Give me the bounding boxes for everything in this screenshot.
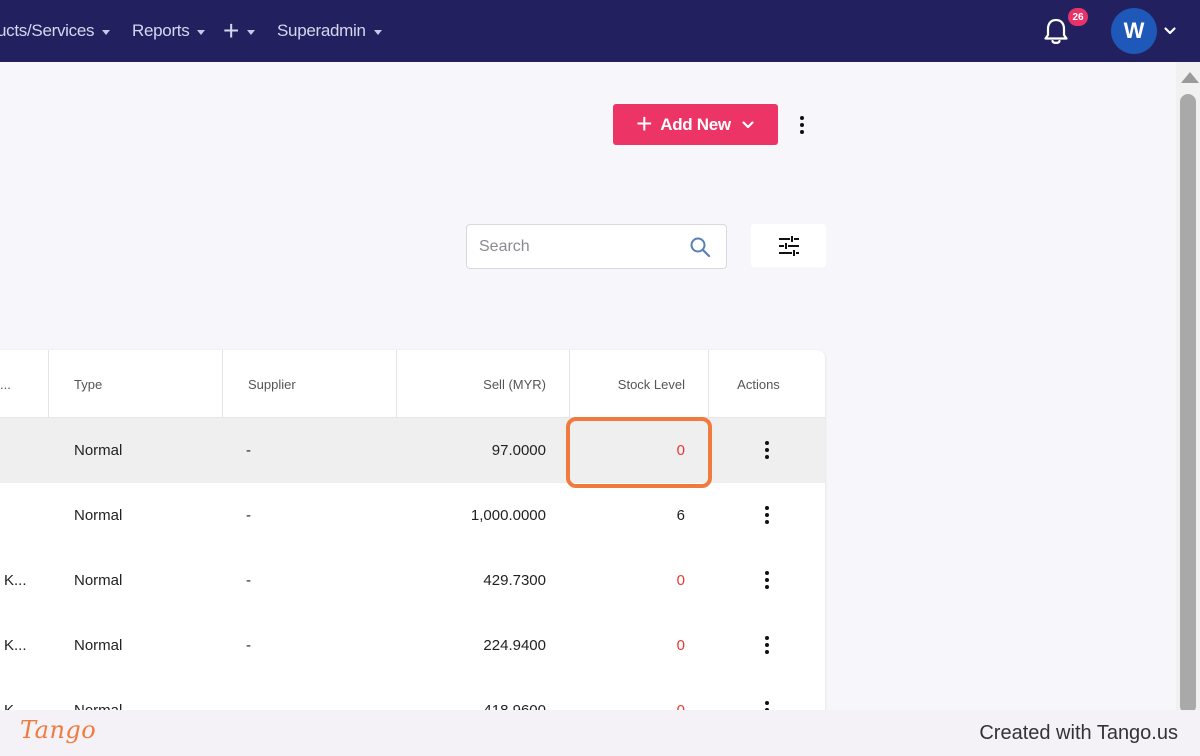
cell-supplier: - <box>246 637 251 654</box>
search-box <box>466 224 727 269</box>
plus-icon: + <box>636 107 653 139</box>
row-actions-icon[interactable] <box>757 503 777 527</box>
filter-button[interactable] <box>751 224 826 267</box>
tango-footer: Tango Created with Tango.us <box>0 710 1200 756</box>
table-header: ... Type Supplier Sell (MYR) Stock Level… <box>0 350 825 418</box>
column-header-actions: Actions <box>737 376 780 392</box>
chevron-down-icon <box>373 29 382 35</box>
column-header-stock-level[interactable]: Stock Level <box>569 350 685 418</box>
add-new-button[interactable]: + Add New <box>613 104 778 145</box>
column-divider <box>222 350 223 418</box>
column-header-supplier[interactable]: Supplier <box>248 350 296 418</box>
products-table: ... Type Supplier Sell (MYR) Stock Level… <box>0 350 825 730</box>
cell-type: Normal <box>74 507 123 524</box>
cell-type: Normal <box>74 572 123 589</box>
user-avatar[interactable]: W <box>1111 8 1157 54</box>
scroll-thumb[interactable] <box>1180 94 1196 714</box>
notification-badge: 26 <box>1068 8 1088 26</box>
cell-stock-level: 0 <box>676 637 685 654</box>
row-actions-icon[interactable] <box>757 633 777 657</box>
cell-supplier: - <box>246 572 251 589</box>
vertical-scrollbar[interactable] <box>1176 62 1200 714</box>
row-actions-icon[interactable] <box>757 568 777 592</box>
nav-label: Reports <box>132 21 190 40</box>
table-row[interactable]: K... Normal - 429.7300 0 <box>0 548 825 613</box>
cell-type: Normal <box>74 637 123 654</box>
sliders-icon <box>778 235 799 256</box>
nav-reports[interactable]: Reports <box>132 19 206 43</box>
cell-stock-level: 0 <box>676 572 685 589</box>
nav-superadmin[interactable]: Superadmin <box>277 19 382 43</box>
row-actions-icon[interactable] <box>757 438 777 462</box>
table-row[interactable]: Normal - 1,000.0000 6 <box>0 483 825 548</box>
nav-label: Superadmin <box>277 21 366 40</box>
chevron-down-icon <box>102 29 111 35</box>
add-new-label: Add New <box>660 114 731 134</box>
plus-icon: + <box>223 15 240 46</box>
tutorial-highlight-box <box>566 417 712 488</box>
chevron-down-icon[interactable] <box>1163 24 1177 38</box>
column-divider <box>48 350 49 418</box>
tango-logo: Tango <box>20 716 97 744</box>
nav-quick-add[interactable]: + <box>223 15 256 46</box>
cell-name: K... <box>4 572 27 589</box>
cell-type: Normal <box>74 442 123 459</box>
more-options-icon[interactable] <box>792 112 812 138</box>
footer-credit: Created with Tango.us <box>979 722 1178 744</box>
scroll-up-arrow-icon[interactable] <box>1181 72 1199 83</box>
table-row[interactable]: K... Normal - 224.9400 0 <box>0 613 825 678</box>
chevron-down-icon <box>197 29 206 35</box>
top-navbar: ucts/Services Reports + Superadmin 26 W <box>0 0 1200 62</box>
search-icon[interactable] <box>689 236 711 258</box>
cell-sell: 1,000.0000 <box>470 507 546 524</box>
chevron-down-icon <box>247 29 256 35</box>
cell-sell: 429.7300 <box>483 572 546 589</box>
column-header-type[interactable]: Type <box>74 350 102 418</box>
column-header-name[interactable]: ... <box>0 350 11 418</box>
cell-stock-level: 6 <box>676 507 685 524</box>
nav-label: ucts/Services <box>0 21 95 40</box>
cell-supplier: - <box>246 442 251 459</box>
chevron-down-icon <box>742 120 754 128</box>
cell-sell: 97.0000 <box>491 442 546 459</box>
cell-sell: 224.9400 <box>483 637 546 654</box>
bell-icon[interactable] <box>1042 16 1070 46</box>
column-header-sell[interactable]: Sell (MYR) <box>396 350 546 418</box>
cell-name: K... <box>4 637 27 654</box>
search-input[interactable] <box>479 225 679 268</box>
cell-supplier: - <box>246 507 251 524</box>
nav-products-services[interactable]: ucts/Services <box>0 19 111 43</box>
